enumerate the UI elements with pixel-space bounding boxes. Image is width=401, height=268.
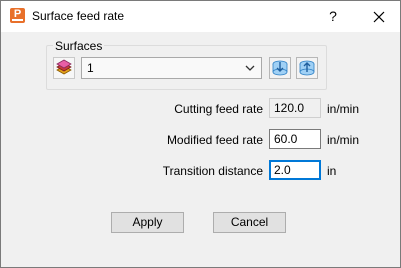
surface-select[interactable]: 1 — [81, 57, 262, 79]
dialog-window: P Surface feed rate ? Surfaces 1 Cutting… — [0, 0, 401, 268]
surface-layers-button[interactable] — [53, 57, 75, 79]
move-up-button[interactable] — [296, 57, 318, 79]
close-icon — [373, 11, 385, 23]
layers-icon — [56, 59, 72, 75]
transition-distance-label: Transition distance — [162, 164, 263, 178]
cutting-feed-rate-unit: in/min — [327, 102, 360, 116]
help-button[interactable]: ? — [319, 1, 347, 32]
apply-button[interactable]: Apply — [111, 212, 184, 233]
modified-feed-rate-unit: in/min — [327, 133, 360, 147]
cutting-feed-rate-field: 120.0 — [269, 98, 321, 118]
move-down-button[interactable] — [269, 57, 291, 79]
modified-feed-rate-label: Modified feed rate — [166, 133, 263, 147]
transition-distance-field[interactable]: 2.0 — [269, 160, 321, 180]
cutting-feed-rate-label: Cutting feed rate — [174, 102, 263, 116]
app-logo-icon: P — [10, 8, 25, 23]
title-bar: P Surface feed rate ? — [1, 1, 400, 32]
close-button[interactable] — [359, 1, 399, 32]
cancel-button[interactable]: Cancel — [213, 212, 286, 233]
window-title: Surface feed rate — [32, 9, 125, 23]
modified-feed-rate-field[interactable]: 60.0 — [269, 129, 321, 149]
arrow-up-icon — [299, 60, 315, 76]
chevron-down-icon — [245, 65, 255, 71]
surfaces-group-label: Surfaces — [53, 39, 105, 53]
arrow-down-icon — [272, 60, 288, 76]
surface-select-value: 1 — [87, 61, 94, 75]
transition-distance-unit: in — [327, 164, 337, 178]
